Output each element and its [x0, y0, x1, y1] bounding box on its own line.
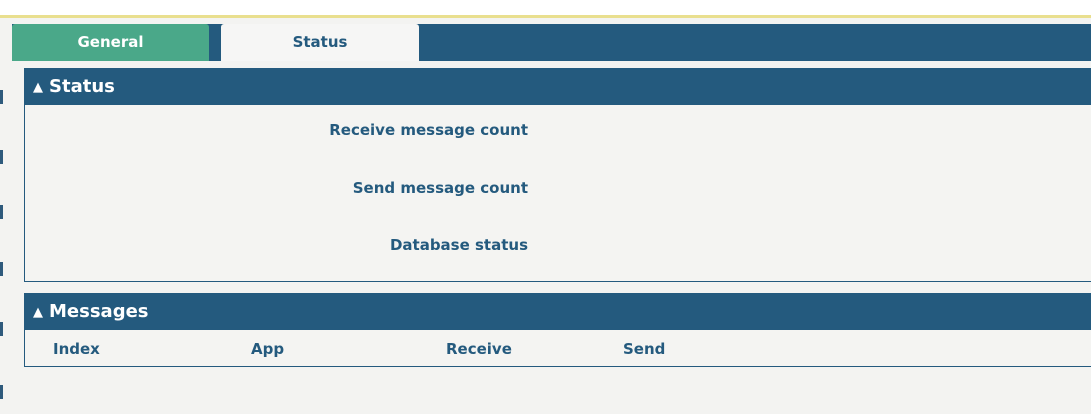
messages-panel-title: Messages — [49, 301, 149, 322]
column-header-receive[interactable]: Receive — [446, 340, 512, 358]
tab-bar: General Status — [12, 24, 1091, 61]
column-header-app[interactable]: App — [251, 340, 284, 358]
database-status-label: Database status — [389, 236, 528, 254]
messages-panel-header[interactable]: ▲ Messages — [25, 294, 1091, 330]
left-edge-marker — [0, 385, 3, 399]
left-edge-marker — [0, 322, 3, 336]
chevron-up-icon: ▲ — [33, 80, 43, 95]
left-edge-marker — [0, 205, 3, 219]
chevron-up-icon: ▲ — [33, 305, 43, 320]
messages-panel: ▲ Messages Index App Receive Send — [24, 293, 1091, 367]
left-edge-marker — [0, 150, 3, 164]
tab-general[interactable]: General — [12, 24, 209, 61]
status-panel-title: Status — [49, 76, 115, 97]
column-header-index[interactable]: Index — [53, 340, 100, 358]
left-edge-marker — [0, 90, 3, 104]
status-panel-header[interactable]: ▲ Status — [25, 69, 1091, 105]
top-accent-strip — [0, 0, 1091, 18]
receive-message-count-label: Receive message count — [329, 121, 528, 139]
status-panel: ▲ Status Receive message count Send messa… — [24, 68, 1091, 282]
left-edge-marker — [0, 262, 3, 276]
column-header-send[interactable]: Send — [623, 340, 665, 358]
tab-status[interactable]: Status — [221, 24, 419, 61]
send-message-count-label: Send message count — [352, 179, 528, 197]
